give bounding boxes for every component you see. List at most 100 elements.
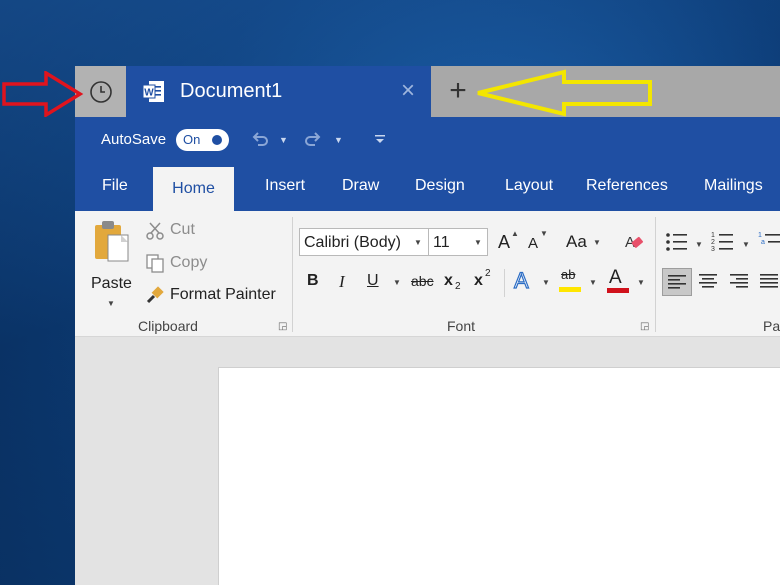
font-name-combo[interactable]: Calibri (Body) ▼ bbox=[299, 228, 429, 256]
text-effects-label: A bbox=[513, 267, 529, 293]
format-painter-label: Format Painter bbox=[170, 286, 276, 303]
superscript-button[interactable]: x 2 bbox=[474, 268, 496, 295]
paragraph-group-label: Pa bbox=[763, 318, 780, 334]
autosave-toggle[interactable]: On bbox=[176, 129, 229, 151]
tab-design[interactable]: Design bbox=[415, 177, 465, 195]
strikethrough-button[interactable]: abc bbox=[411, 273, 434, 289]
group-divider bbox=[292, 217, 293, 332]
italic-button[interactable]: I bbox=[339, 272, 345, 292]
subscript-label: x bbox=[444, 272, 453, 289]
paste-dropdown-icon[interactable]: ▼ bbox=[107, 299, 115, 308]
tab-draw[interactable]: Draw bbox=[342, 177, 379, 195]
format-painter-button[interactable]: Format Painter bbox=[143, 283, 283, 309]
svg-text:1: 1 bbox=[711, 232, 715, 239]
numbering-dropdown-icon[interactable]: ▼ bbox=[742, 240, 750, 249]
change-case-button[interactable]: Aa ▼ bbox=[564, 229, 604, 255]
group-divider bbox=[504, 269, 505, 297]
font-launcher-icon[interactable]: ◲ bbox=[640, 321, 649, 332]
paste-button[interactable]: Paste ▼ bbox=[87, 217, 135, 308]
font-size-combo[interactable]: 11 ▼ bbox=[428, 228, 488, 256]
clipboard-paste-icon bbox=[95, 221, 129, 262]
cut-button[interactable]: Cut bbox=[143, 219, 223, 245]
clock-icon bbox=[89, 80, 112, 103]
scissors-icon bbox=[146, 222, 164, 240]
align-right-icon[interactable] bbox=[730, 273, 748, 289]
paste-label: Paste bbox=[91, 275, 132, 292]
font-color-bar bbox=[607, 288, 629, 293]
tab-references[interactable]: References bbox=[586, 177, 668, 195]
cut-label: Cut bbox=[170, 221, 195, 238]
justify-icon[interactable] bbox=[760, 273, 778, 289]
ribbon-tab-bar: File Home Insert Draw Design Layout Refe… bbox=[75, 163, 780, 211]
font-size-value: 11 bbox=[433, 234, 450, 251]
bullets-icon[interactable] bbox=[665, 231, 689, 253]
yellow-annotation-arrow-icon bbox=[477, 69, 652, 117]
text-effects-dropdown-icon[interactable]: ▼ bbox=[542, 278, 550, 287]
toggle-knob bbox=[212, 135, 222, 145]
svg-text:1: 1 bbox=[758, 232, 762, 239]
multilevel-list-icon[interactable]: 1 a bbox=[758, 231, 780, 253]
subscript-suffix: 2 bbox=[455, 281, 461, 292]
highlight-label: ab bbox=[561, 267, 576, 282]
autosave-label: AutoSave bbox=[101, 131, 167, 148]
clipboard-group-label: Clipboard bbox=[138, 318, 198, 334]
document-tab[interactable]: W Document1 × bbox=[126, 66, 431, 117]
svg-text:3: 3 bbox=[711, 246, 715, 253]
undo-dropdown-icon[interactable]: ▼ bbox=[279, 135, 288, 145]
highlight-dropdown-icon[interactable]: ▼ bbox=[589, 278, 597, 287]
highlight-color-bar bbox=[559, 287, 581, 292]
highlight-button[interactable]: ab ▼ bbox=[559, 267, 599, 297]
ribbon-home-panel: Paste ▼ Cut Copy Format Painter Clipboar… bbox=[75, 211, 780, 337]
word-window: W Document1 × + AutoSave On ▼ ▼ File Hom… bbox=[75, 66, 780, 585]
tab-insert[interactable]: Insert bbox=[265, 177, 305, 195]
copy-button[interactable]: Copy bbox=[143, 251, 233, 277]
document-tab-title: Document1 bbox=[180, 80, 283, 102]
copy-icon bbox=[146, 254, 164, 273]
copy-label: Copy bbox=[170, 254, 208, 271]
autosave-toggle-state: On bbox=[183, 132, 201, 147]
shrink-arrow-icon: ▼ bbox=[540, 229, 548, 238]
svg-text:W: W bbox=[144, 88, 154, 99]
font-size-dropdown-icon[interactable]: ▼ bbox=[474, 238, 482, 247]
superscript-suffix: 2 bbox=[485, 268, 491, 279]
font-color-dropdown-icon[interactable]: ▼ bbox=[637, 278, 645, 287]
close-tab-icon[interactable]: × bbox=[397, 79, 419, 103]
change-case-dropdown-icon[interactable]: ▼ bbox=[593, 238, 601, 247]
tab-file[interactable]: File bbox=[102, 177, 128, 195]
redo-icon[interactable] bbox=[303, 129, 323, 149]
tab-mailings[interactable]: Mailings bbox=[704, 177, 763, 195]
undo-icon[interactable] bbox=[250, 129, 270, 149]
bullets-dropdown-icon[interactable]: ▼ bbox=[695, 240, 703, 249]
svg-text:2: 2 bbox=[711, 239, 715, 246]
tab-strip: W Document1 × + bbox=[75, 66, 780, 117]
red-annotation-arrow-icon bbox=[2, 71, 84, 117]
underline-button[interactable]: U bbox=[367, 272, 379, 290]
clipboard-launcher-icon[interactable]: ◲ bbox=[278, 321, 287, 332]
grow-arrow-icon: ▲ bbox=[511, 229, 519, 238]
tab-home[interactable]: Home bbox=[153, 167, 234, 211]
customize-qat-icon[interactable] bbox=[373, 132, 387, 146]
shrink-font-button[interactable]: A ▼ bbox=[526, 229, 550, 255]
font-group-label: Font bbox=[447, 318, 476, 334]
grow-font-button[interactable]: A ▲ bbox=[496, 229, 520, 255]
bold-button[interactable]: B bbox=[307, 272, 319, 290]
clear-formatting-icon[interactable]: A bbox=[623, 231, 645, 253]
align-left-icon bbox=[668, 275, 686, 289]
subscript-button[interactable]: x 2 bbox=[444, 271, 466, 295]
font-name-dropdown-icon[interactable]: ▼ bbox=[414, 238, 422, 247]
document-page[interactable] bbox=[218, 367, 780, 585]
word-logo-icon: W bbox=[143, 81, 164, 102]
document-canvas bbox=[75, 337, 780, 585]
shrink-font-label: A bbox=[528, 235, 539, 252]
new-tab-button[interactable]: + bbox=[444, 76, 472, 106]
quick-access-toolbar: AutoSave On ▼ ▼ bbox=[75, 117, 780, 163]
numbering-icon[interactable]: 1 2 3 bbox=[711, 231, 735, 253]
align-left-button[interactable] bbox=[662, 268, 692, 296]
underline-dropdown-icon[interactable]: ▼ bbox=[393, 278, 401, 287]
align-center-icon[interactable] bbox=[699, 273, 717, 289]
text-effects-button[interactable]: A ▼ bbox=[513, 267, 550, 296]
tab-layout[interactable]: Layout bbox=[505, 177, 553, 195]
change-case-label: Aa bbox=[566, 232, 587, 251]
redo-dropdown-icon[interactable]: ▼ bbox=[334, 135, 343, 145]
font-color-button[interactable]: A ▼ bbox=[605, 267, 645, 297]
